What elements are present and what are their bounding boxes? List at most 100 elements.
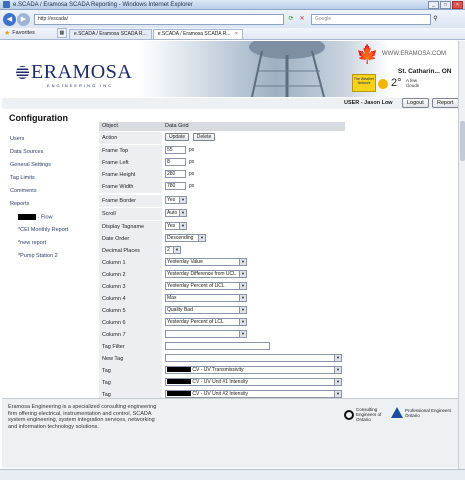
search-icon[interactable]: ⚲ [431,14,440,24]
scrollbar-thumb[interactable] [460,121,465,161]
row-label: Column 7 [102,332,126,338]
grid-col-object: Object [102,123,118,129]
frame-top-input[interactable]: 55 [165,146,186,154]
favorites-button[interactable]: ★ Favorites [0,27,39,39]
maximize-icon[interactable]: □ [440,1,451,9]
vertical-scrollbar[interactable] [458,41,465,469]
search-input[interactable]: Google [311,13,431,25]
new-tag-select[interactable]: ▼ [165,354,342,362]
quick-tabs-icon[interactable]: ▦ [56,28,67,38]
display-tagname-select[interactable]: Yes ▼ [165,222,187,230]
sun-icon [378,79,388,89]
grid-row-column-3: Column 3 Yesterday Percent of UCL ▼ [99,281,345,293]
column-1-select[interactable]: Yesterday Value ▼ [165,258,247,266]
pe-logo: Professional Engineers Ontario [391,407,451,418]
column-2-select[interactable]: Yesterday Difference from UCL ▼ [165,270,247,278]
favorites-star-icon: ★ [4,30,11,37]
report-link-new-report[interactable]: *new report [18,240,46,246]
ceo-logo: Consulting Engineers of Ontario [344,407,388,422]
sidebar-item-general-settings[interactable]: General Settings [10,162,51,168]
chevron-down-icon: ▼ [239,331,246,337]
footer-text: Eramosa Engineering is a specialized con… [8,404,157,430]
column-7-select[interactable]: ▼ [165,330,247,338]
chevron-down-icon: ▼ [198,235,205,241]
ceo-logo-icon [344,409,354,420]
sidebar-item-data-sources[interactable]: Data Sources [10,149,43,155]
row-label: New Tag [102,356,124,362]
browser-tab-label: e.SCADA / Eramosa SCADA R... [157,31,231,37]
close-icon[interactable]: × [452,1,463,9]
column-4-select[interactable]: Max ▼ [165,294,247,302]
weather-city: St. Catharin... ON [398,68,452,75]
chevron-down-icon: ▼ [239,295,246,301]
water-tower-image [249,41,325,97]
tag-2-select[interactable]: CV - UV Unit #1 Intensity ▼ [165,378,342,386]
row-label: Decimal Places [102,248,140,254]
grid-row-tag-filter: Tag Filter [99,341,345,353]
stop-icon[interactable]: ✕ [297,14,307,24]
column-3-select[interactable]: Yesterday Percent of UCL ▼ [165,282,247,290]
date-order-select[interactable]: Descending ▼ [165,234,206,242]
user-bar: USER - Jason Low Logout Report [2,98,458,109]
refresh-icon[interactable]: ⟳ [286,14,296,24]
close-tab-icon[interactable]: × [235,31,238,37]
grid-row-frame-height: Frame Height 280 px [99,169,345,181]
grid-row-decimal-places: Decimal Places 2 ▼ [99,245,345,257]
grid-row-frame-border: Frame Border Yes ▼ [99,195,345,207]
scroll-select[interactable]: Auto ▼ [165,209,187,217]
site-footer: Eramosa Engineering is a specialized con… [2,398,458,468]
row-label: Column 5 [102,308,126,314]
row-label: Tag [102,380,111,386]
browser-tab-active[interactable]: e.SCADA / Eramosa SCADA R... × [152,29,243,39]
site-url[interactable]: WWW.ERAMOSA.COM [382,51,446,57]
delete-button[interactable]: Delete [192,133,216,141]
sidebar-item-tag-limits[interactable]: Tag Limits [10,175,35,181]
forward-icon[interactable]: ▶ [17,12,30,26]
decimal-places-select[interactable]: 2 ▼ [165,246,181,254]
chevron-down-icon: ▼ [334,367,341,373]
grid-row-column-7: Column 7 ▼ [99,329,345,341]
address-input[interactable]: http://escada/ [34,13,284,25]
frame-left-input[interactable]: 8 [165,158,186,166]
window-controls: _ □ × [428,1,463,9]
grid-row-frame-width: Frame Width 780 px [99,181,345,193]
grid-row-column-5: Column 5 Quality Bad ▼ [99,305,345,317]
report-button[interactable]: Report [432,98,458,108]
redacted-block [18,214,36,220]
chevron-down-icon: ▼ [334,355,341,361]
browser-tab[interactable]: e.SCADA / Eramosa SCADA R... [68,29,152,39]
row-label: Display Tagname [102,224,145,230]
column-6-select[interactable]: Yesterday Percent of LCL ▼ [165,318,247,326]
grid-row-column-4: Column 4 Max ▼ [99,293,345,305]
unit-label: px [189,159,195,165]
update-button[interactable]: Update [165,133,190,141]
row-label: Frame Border [102,198,136,204]
frame-border-select[interactable]: Yes ▼ [165,196,187,204]
grid-row-column-2: Column 2 Yesterday Difference from UCL ▼ [99,269,345,281]
frame-width-input[interactable]: 780 [165,182,186,190]
report-link-flow[interactable]: - Flow [18,214,53,220]
frame-height-input[interactable]: 280 [165,170,186,178]
back-icon[interactable]: ◀ [3,12,16,26]
sidebar-item-users[interactable]: Users [10,136,24,142]
tag-filter-input[interactable] [165,342,270,350]
row-label: Frame Height [102,172,136,178]
sidebar-item-reports[interactable]: Reports [10,201,29,207]
weather-condition: A few clouds [406,78,420,88]
tag-1-select[interactable]: CV - UV Transmissivity ▼ [165,366,342,374]
grid-row-scroll: Scroll Auto ▼ [99,208,345,220]
column-5-select[interactable]: Quality Bad ▼ [165,306,247,314]
maple-leaf-icon: 🍁 [356,44,379,64]
tag-3-select[interactable]: CV - UV Unit #2 Intensity ▼ [165,390,342,398]
eramosa-logo[interactable]: ERAMOSA ENGINEERING INC [16,61,132,88]
weather-widget[interactable]: The Weather Network St. Catharin... ON 2… [350,67,458,95]
report-link-pump-station-2[interactable]: *Pump Station 2 [18,253,58,259]
report-link-cei-monthly[interactable]: *CEI Monthly Report [18,227,68,233]
redacted-block [167,391,191,397]
logout-button[interactable]: Logout [402,98,429,108]
site-banner: ERAMOSA ENGINEERING INC 🍁 WWW.ERAMOSA.CO… [2,41,458,97]
chevron-down-icon: ▼ [239,271,246,277]
unit-label: px [189,171,195,177]
minimize-icon[interactable]: _ [428,1,439,9]
sidebar-item-comments[interactable]: Comments [10,188,37,194]
